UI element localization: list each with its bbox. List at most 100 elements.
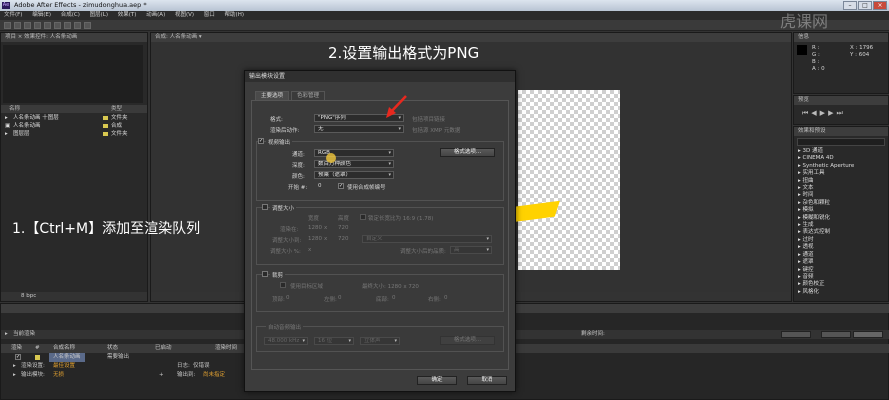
- ok-button[interactable]: 确定: [417, 376, 457, 385]
- lock-ratio-checkbox[interactable]: [360, 214, 366, 220]
- tab-color-management[interactable]: 色彩管理: [291, 91, 326, 100]
- menu-help[interactable]: 帮助(H): [221, 12, 248, 18]
- audio-rate-dropdown[interactable]: 48.000 kHz: [264, 337, 308, 345]
- resize-to-width[interactable]: 1280: [308, 236, 322, 242]
- close-button[interactable]: ×: [873, 1, 887, 10]
- include-project-link[interactable]: 包括项目链接: [412, 115, 445, 123]
- shape-tool-icon[interactable]: [64, 22, 71, 29]
- format-options-button[interactable]: 格式选项...: [440, 148, 495, 157]
- expand-arrow-icon[interactable]: ▸: [13, 371, 16, 380]
- col-render-time[interactable]: 渲染时间: [215, 344, 237, 353]
- col-number[interactable]: #: [35, 344, 40, 353]
- rotate-tool-icon[interactable]: [34, 22, 41, 29]
- output-to-value[interactable]: 尚未指定: [203, 371, 225, 380]
- effect-category[interactable]: ▸ 透视: [794, 244, 888, 251]
- log-dropdown[interactable]: 仅错误: [193, 362, 210, 371]
- menu-window[interactable]: 窗口: [200, 12, 219, 18]
- selection-tool-icon[interactable]: [4, 22, 11, 29]
- menu-file[interactable]: 文件(F): [0, 12, 26, 18]
- add-output-icon[interactable]: +: [159, 371, 164, 380]
- project-col-name[interactable]: 名称: [9, 105, 20, 113]
- crop-left-field[interactable]: 0: [338, 295, 342, 301]
- label-color-swatch[interactable]: [103, 132, 108, 136]
- include-xmp-metadata[interactable]: 包括源 XMP 元数据: [412, 126, 460, 134]
- crop-top-field[interactable]: 0: [286, 295, 290, 301]
- col-started[interactable]: 已启动: [155, 344, 172, 353]
- maximize-button[interactable]: □: [858, 1, 872, 10]
- use-comp-frame-checkbox[interactable]: ✓: [338, 183, 344, 189]
- resize-quality-dropdown[interactable]: 高: [450, 246, 492, 254]
- pen-tool-icon[interactable]: [74, 22, 81, 29]
- label-color-swatch[interactable]: [35, 355, 40, 360]
- menu-composition[interactable]: 合成(C): [57, 12, 84, 18]
- audio-output-label[interactable]: 自动音频输出: [266, 323, 304, 331]
- menu-animation[interactable]: 动画(A): [142, 12, 169, 18]
- pause-button[interactable]: [821, 331, 851, 338]
- stop-button[interactable]: [781, 331, 811, 338]
- menu-effect[interactable]: 效果(T): [114, 12, 141, 18]
- label-color-swatch[interactable]: [103, 124, 108, 128]
- expand-arrow-icon[interactable]: ▸: [13, 362, 16, 371]
- project-col-type[interactable]: 类型: [111, 105, 122, 113]
- menu-view[interactable]: 视图(V): [171, 12, 198, 18]
- col-comp-name[interactable]: 合成名称: [53, 344, 75, 353]
- text-tool-icon[interactable]: [84, 22, 91, 29]
- effect-category[interactable]: ▸ 实用工具: [794, 170, 888, 177]
- resize-preset-dropdown[interactable]: 自定义: [362, 235, 492, 243]
- post-render-dropdown[interactable]: 无: [314, 125, 404, 133]
- color-dropdown[interactable]: 预乘（遮罩）: [314, 171, 394, 179]
- effect-category[interactable]: ▸ 扭曲: [794, 178, 888, 185]
- effect-category[interactable]: ▸ 模糊和锐化: [794, 215, 888, 222]
- info-panel-header[interactable]: 信息: [794, 33, 888, 42]
- region-of-interest-checkbox[interactable]: [280, 282, 286, 288]
- effect-category[interactable]: ▸ CINEMA 4D: [794, 155, 888, 162]
- cancel-button[interactable]: 取消: [467, 376, 507, 385]
- project-item[interactable]: ▣ 人名条动画 合成: [1, 122, 147, 130]
- resize-to-height[interactable]: 720: [338, 236, 349, 242]
- effect-category[interactable]: ▸ 遮罩: [794, 259, 888, 266]
- effect-category[interactable]: ▸ 颜色校正: [794, 281, 888, 288]
- effect-category[interactable]: ▸ 通道: [794, 252, 888, 259]
- crop-bottom-field[interactable]: 0: [392, 295, 396, 301]
- effect-category[interactable]: ▸ 模拟: [794, 207, 888, 214]
- hand-tool-icon[interactable]: [14, 22, 21, 29]
- audio-channels-dropdown[interactable]: 立体声: [360, 337, 400, 345]
- pan-behind-tool-icon[interactable]: [54, 22, 61, 29]
- col-render[interactable]: 渲染: [11, 344, 22, 353]
- effect-category[interactable]: ▸ 表达式控制: [794, 229, 888, 236]
- audio-format-options-button[interactable]: 格式选项...: [440, 336, 495, 345]
- resize-checkbox[interactable]: [262, 204, 268, 210]
- preview-panel-header[interactable]: 预览: [794, 96, 888, 105]
- tab-main-options[interactable]: 主要选项: [255, 91, 290, 100]
- effects-panel-header[interactable]: 效果和预设: [794, 127, 888, 136]
- camera-tool-icon[interactable]: [44, 22, 51, 29]
- project-panel-header[interactable]: 项目 × 效果控件: 人名条动画: [1, 33, 147, 42]
- effect-category[interactable]: ▸ 时间: [794, 192, 888, 199]
- label-color-swatch[interactable]: [103, 116, 108, 120]
- output-module-value[interactable]: 无损: [53, 371, 64, 380]
- menu-layer[interactable]: 图层(L): [86, 12, 112, 18]
- bit-depth-toggle[interactable]: 8 bpc: [21, 293, 36, 299]
- project-item[interactable]: ▸ 图层层 文件夹: [1, 130, 147, 138]
- effect-category[interactable]: ▸ 风格化: [794, 289, 888, 296]
- menu-edit[interactable]: 编辑(E): [28, 12, 55, 18]
- expand-arrow-icon[interactable]: ▸: [5, 330, 8, 339]
- col-status[interactable]: 状态: [107, 344, 118, 353]
- playback-controls[interactable]: ⏮◀▶▶⏭: [802, 109, 846, 118]
- project-item[interactable]: ▸ 人名条动画 十图层 文件夹: [1, 114, 147, 122]
- minimize-button[interactable]: –: [843, 1, 857, 10]
- effect-category[interactable]: ▸ 键控: [794, 267, 888, 274]
- render-checkbox[interactable]: ✓: [15, 354, 21, 360]
- viewer-header[interactable]: 合成: 人名条动画 ▾: [151, 33, 791, 42]
- depth-dropdown[interactable]: 数百万种颜色: [314, 160, 394, 168]
- start-number-field[interactable]: 0: [318, 183, 322, 189]
- render-settings-value[interactable]: 最佳设置: [53, 362, 75, 371]
- audio-bits-dropdown[interactable]: 16 位: [314, 337, 354, 345]
- crop-right-field[interactable]: 0: [444, 295, 448, 301]
- crop-checkbox[interactable]: [262, 271, 268, 277]
- effect-category[interactable]: ▸ 3D 通道: [794, 148, 888, 155]
- video-output-checkbox[interactable]: ✓: [258, 138, 264, 144]
- render-button[interactable]: [853, 331, 883, 338]
- effects-search-input[interactable]: [797, 138, 885, 146]
- zoom-tool-icon[interactable]: [24, 22, 31, 29]
